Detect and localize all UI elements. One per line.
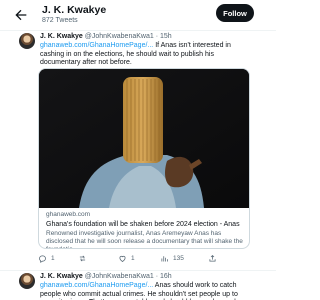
link-card[interactable]: ghanaweb.com Ghana's foundation will be … <box>38 68 250 249</box>
view-count: 135 <box>173 254 184 262</box>
card-title: Ghana's foundation will be shaken before… <box>46 220 240 228</box>
tweet-text: ghanaweb.com/GhanaHomePage/... If Anas i… <box>40 42 252 68</box>
tweet-time[interactable]: · 15h <box>156 33 172 40</box>
card-domain: ghanaweb.com <box>46 211 91 218</box>
follow-button[interactable]: Follow <box>216 4 254 22</box>
tweet-link[interactable]: ghanaweb.com/GhanaHomePage/... <box>40 282 153 289</box>
profile-header: J. K. Kwakye 872 Tweets Follow <box>0 0 276 30</box>
retweet-button[interactable] <box>78 253 91 263</box>
like-button[interactable]: 1 <box>118 253 135 263</box>
share-button[interactable] <box>208 253 221 263</box>
tweet-header: J. K. Kwakye @JohnKwabenaKwa1 · 15h <box>40 33 172 40</box>
tweet-count: 872 Tweets <box>42 16 78 24</box>
card-image <box>39 69 249 208</box>
tweet-link[interactable]: ghanaweb.com/GhanaHomePage/... <box>40 42 153 49</box>
profile-name: J. K. Kwakye <box>42 4 107 16</box>
avatar[interactable] <box>19 273 35 289</box>
tweet-text: ghanaweb.com/GhanaHomePage/... Anas shou… <box>40 282 252 300</box>
divider <box>0 270 276 271</box>
tweet-header: J. K. Kwakye @JohnKwabenaKwa1 · 16h <box>40 273 172 280</box>
avatar[interactable] <box>19 33 35 49</box>
reply-icon <box>39 255 46 263</box>
tweet-time[interactable]: · 16h <box>156 273 172 280</box>
reply-count: 1 <box>51 254 55 262</box>
card-description: Renowned investigative journalist, Anas … <box>46 230 243 248</box>
heart-icon <box>119 255 126 262</box>
tweet-actions: 1 1 135 <box>38 253 250 263</box>
views-button[interactable]: 135 <box>160 253 184 263</box>
tweet-author[interactable]: J. K. Kwakye <box>40 33 83 40</box>
tweet-handle[interactable]: @JohnKwabenaKwa1 <box>85 33 154 40</box>
divider <box>0 30 276 31</box>
tweet-author[interactable]: J. K. Kwakye <box>40 273 83 280</box>
like-count: 1 <box>131 254 135 262</box>
share-icon <box>209 254 216 261</box>
card-image-art <box>39 69 249 208</box>
tweet-handle[interactable]: @JohnKwabenaKwa1 <box>85 273 154 280</box>
views-icon <box>161 255 168 261</box>
retweet-icon <box>79 255 86 261</box>
back-arrow-icon[interactable] <box>12 7 30 23</box>
reply-button[interactable]: 1 <box>38 253 55 263</box>
